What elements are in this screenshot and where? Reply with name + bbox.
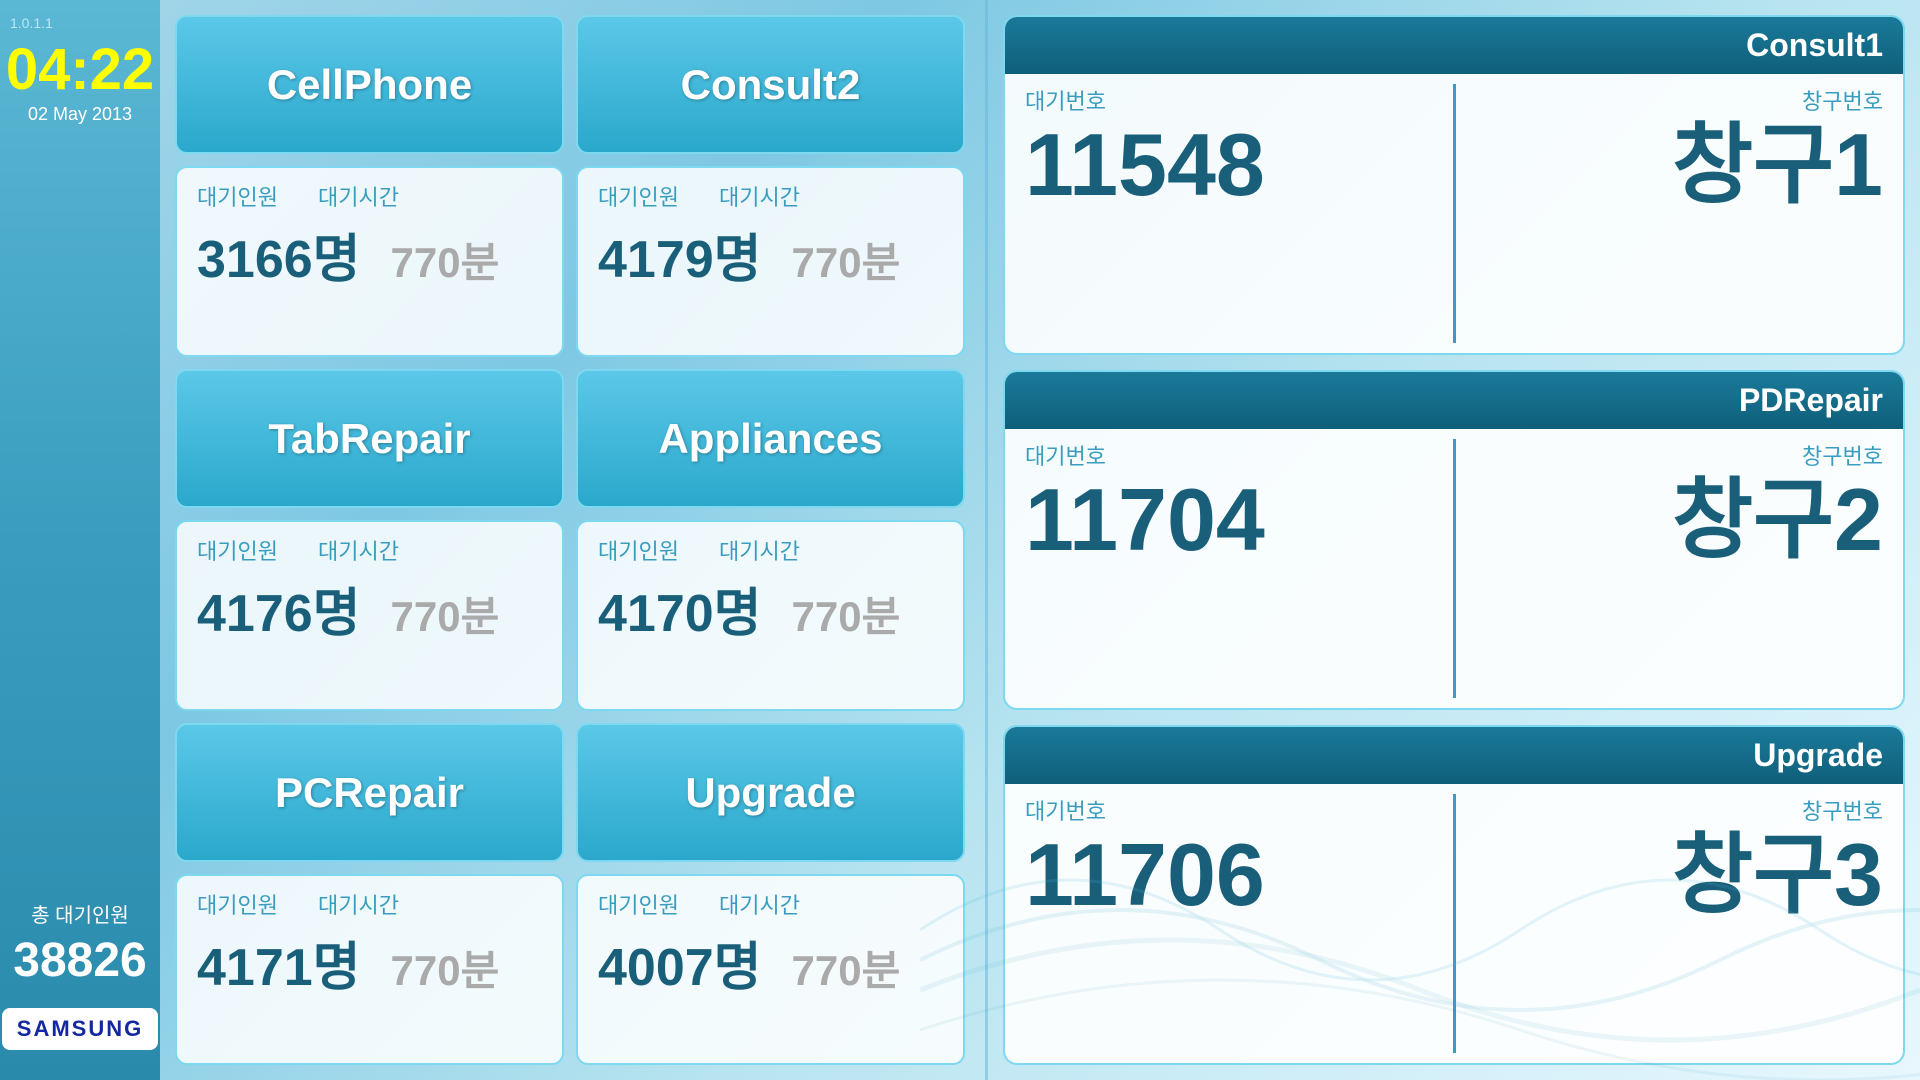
consult1-title: Consult1 xyxy=(1746,27,1883,64)
pdrepair-window-label: 창구번호 xyxy=(1802,439,1883,471)
waiting-time-consult2: 770분 xyxy=(792,229,901,290)
service-labels-pcrepair: 대기인원 대기시간 xyxy=(197,888,542,920)
waiting-count-consult2: 4179명 xyxy=(598,217,762,292)
consult1-queue-section: 대기번호 11548 xyxy=(1025,84,1456,343)
service-header-consult2: Consult2 xyxy=(576,15,965,154)
waiting-count-cellphone: 3166명 xyxy=(197,217,361,292)
consult1-window-section: 창구번호 창구1 xyxy=(1456,84,1884,343)
waiting-label-appliances: 대기인원 xyxy=(598,534,679,566)
pdrepair-body: 대기번호 11704 창구번호 창구2 xyxy=(1005,429,1903,708)
total-waiting-count: 38826 xyxy=(13,933,146,988)
samsung-logo: SAMSUNG xyxy=(2,1008,158,1050)
pdrepair-window-section: 창구번호 창구2 xyxy=(1456,439,1884,698)
service-name-pcrepair: PCRepair xyxy=(275,769,464,817)
pdrepair-queue-section: 대기번호 11704 xyxy=(1025,439,1456,698)
service-labels-consult2: 대기인원 대기시간 xyxy=(598,180,943,212)
consult1-queue-number: 11548 xyxy=(1025,121,1265,209)
service-labels-upgrade: 대기인원 대기시간 xyxy=(598,888,943,920)
clock-display: 04:22 xyxy=(6,41,154,99)
service-info-pcrepair: 대기인원 대기시간 4171명 770분 xyxy=(175,874,564,1065)
waiting-count-pcrepair: 4171명 xyxy=(197,925,361,1000)
time-label-appliances: 대기시간 xyxy=(719,534,800,566)
waiting-time-tabrepair: 770분 xyxy=(391,583,500,644)
time-label-consult2: 대기시간 xyxy=(719,180,800,212)
version-text: 1.0.1.1 xyxy=(10,15,53,31)
waiting-count-appliances: 4170명 xyxy=(598,571,762,646)
time-label-pcrepair: 대기시간 xyxy=(318,888,399,920)
service-info-consult2: 대기인원 대기시간 4179명 770분 xyxy=(576,166,965,357)
service-name-upgrade: Upgrade xyxy=(685,769,855,817)
waiting-count-upgrade: 4007명 xyxy=(598,925,762,1000)
service-name-cellphone: CellPhone xyxy=(267,61,472,109)
service-values-pcrepair: 4171명 770분 xyxy=(197,925,542,1000)
service-info-tabrepair: 대기인원 대기시간 4176명 770분 xyxy=(175,520,564,711)
service-info-cellphone: 대기인원 대기시간 3166명 770분 xyxy=(175,166,564,357)
consult1-body: 대기번호 11548 창구번호 창구1 xyxy=(1005,74,1903,353)
consult1-header: Consult1 xyxy=(1005,17,1903,74)
waiting-time-appliances: 770분 xyxy=(792,583,901,644)
service-info-upgrade: 대기인원 대기시간 4007명 770분 xyxy=(576,874,965,1065)
service-labels-cellphone: 대기인원 대기시간 xyxy=(197,180,542,212)
service-values-tabrepair: 4176명 770분 xyxy=(197,571,542,646)
waiting-time-cellphone: 770분 xyxy=(391,229,500,290)
time-label-cellphone: 대기시간 xyxy=(318,180,399,212)
waiting-label-upgrade: 대기인원 xyxy=(598,888,679,920)
waiting-label-consult2: 대기인원 xyxy=(598,180,679,212)
wave-decoration xyxy=(920,780,1920,1080)
main-content: CellPhone Consult2 대기인원 대기시간 3166명 770분 … xyxy=(160,0,980,1080)
consult1-queue-label: 대기번호 xyxy=(1025,84,1106,116)
service-header-pcrepair: PCRepair xyxy=(175,723,564,862)
service-values-appliances: 4170명 770분 xyxy=(598,571,943,646)
service-values-cellphone: 3166명 770분 xyxy=(197,217,542,292)
pdrepair-queue-label: 대기번호 xyxy=(1025,439,1106,471)
consult-card-pdrepair: PDRepair 대기번호 11704 창구번호 창구2 xyxy=(1003,370,1905,710)
service-header-upgrade: Upgrade xyxy=(576,723,965,862)
waiting-count-tabrepair: 4176명 xyxy=(197,571,361,646)
upgrade-title: Upgrade xyxy=(1753,737,1883,774)
consult-card-consult1: Consult1 대기번호 11548 창구번호 창구1 xyxy=(1003,15,1905,355)
left-sidebar: 1.0.1.1 04:22 02 May 2013 총 대기인원 38826 S… xyxy=(0,0,160,1080)
service-values-consult2: 4179명 770분 xyxy=(598,217,943,292)
service-header-appliances: Appliances xyxy=(576,369,965,508)
service-info-appliances: 대기인원 대기시간 4170명 770분 xyxy=(576,520,965,711)
service-header-cellphone: CellPhone xyxy=(175,15,564,154)
time-label-upgrade: 대기시간 xyxy=(719,888,800,920)
waiting-label-pcrepair: 대기인원 xyxy=(197,888,278,920)
service-labels-appliances: 대기인원 대기시간 xyxy=(598,534,943,566)
service-values-upgrade: 4007명 770분 xyxy=(598,925,943,1000)
waiting-time-pcrepair: 770분 xyxy=(391,937,500,998)
service-name-tabrepair: TabRepair xyxy=(268,415,470,463)
service-name-consult2: Consult2 xyxy=(681,61,861,109)
waiting-label-tabrepair: 대기인원 xyxy=(197,534,278,566)
service-name-appliances: Appliances xyxy=(658,415,882,463)
total-waiting-label: 총 대기인원 xyxy=(31,899,129,928)
waiting-time-upgrade: 770분 xyxy=(792,937,901,998)
waiting-label-cellphone: 대기인원 xyxy=(197,180,278,212)
consult1-window-label: 창구번호 xyxy=(1802,84,1883,116)
pdrepair-window-number: 창구2 xyxy=(1672,476,1883,564)
date-display: 02 May 2013 xyxy=(28,104,132,125)
service-header-tabrepair: TabRepair xyxy=(175,369,564,508)
service-labels-tabrepair: 대기인원 대기시간 xyxy=(197,534,542,566)
upgrade-header: Upgrade xyxy=(1005,727,1903,784)
pdrepair-header: PDRepair xyxy=(1005,372,1903,429)
consult1-window-number: 창구1 xyxy=(1672,121,1883,209)
pdrepair-title: PDRepair xyxy=(1739,382,1883,419)
time-label-tabrepair: 대기시간 xyxy=(318,534,399,566)
pdrepair-queue-number: 11704 xyxy=(1025,476,1265,564)
